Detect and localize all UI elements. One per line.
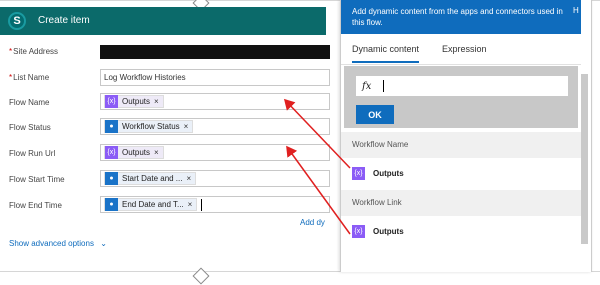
flow-end-time-field[interactable]: ● End Date and T... × — [100, 196, 330, 213]
close-icon[interactable]: × — [186, 174, 191, 183]
panel-banner-text: Add dynamic content from the apps and co… — [352, 7, 563, 27]
label-site-address: *Site Address — [9, 47, 59, 56]
panel-banner: Add dynamic content from the apps and co… — [341, 0, 581, 34]
label-flow-end-time: Flow End Time — [9, 201, 62, 210]
add-dynamic-content-link[interactable]: Add dy — [300, 218, 325, 227]
close-icon[interactable]: × — [154, 97, 159, 106]
dynamic-item-outputs[interactable]: {x} Outputs — [341, 160, 581, 188]
person-icon: ● — [105, 120, 118, 133]
section-header-label: Workflow Name — [352, 140, 409, 149]
end-date-token[interactable]: ● End Date and T... × — [104, 198, 198, 211]
workflow-status-token[interactable]: ● Workflow Status × — [104, 120, 194, 133]
expression-area: fx OK — [344, 66, 578, 128]
ok-button[interactable]: OK — [356, 105, 394, 124]
dynamic-content-panel: Add dynamic content from the apps and co… — [340, 0, 592, 272]
panel-banner-edge: H — [573, 6, 579, 15]
flow-run-url-field[interactable]: {x} Outputs × — [100, 144, 330, 161]
label-flow-status: Flow Status — [9, 123, 51, 132]
dynamic-item-outputs[interactable]: {x} Outputs — [341, 218, 581, 246]
chevron-down-icon: ⌄ — [100, 239, 107, 248]
expression-icon: {x} — [352, 167, 365, 180]
expression-input[interactable]: fx — [356, 76, 568, 96]
sharepoint-logo-icon: S — [8, 12, 26, 30]
dynamic-item-label: Outputs — [373, 227, 404, 236]
start-date-token[interactable]: ● Start Date and ... × — [104, 172, 197, 185]
show-advanced-label: Show advanced options — [9, 239, 94, 248]
show-advanced-options-link[interactable]: Show advanced options ⌄ — [9, 239, 107, 248]
close-icon[interactable]: × — [188, 200, 193, 209]
site-address-field[interactable] — [100, 45, 330, 59]
label-flow-run-url: Flow Run Url — [9, 149, 56, 158]
dynamic-item-label: Outputs — [373, 169, 404, 178]
section-header-workflow-name[interactable]: Workflow Name — [341, 132, 581, 158]
expression-icon: {x} — [352, 225, 365, 238]
tab-expression[interactable]: Expression — [442, 44, 487, 54]
list-name-field[interactable]: Log Workflow Histories — [100, 69, 330, 86]
outputs-token[interactable]: {x} Outputs × — [104, 146, 164, 159]
token-label: Workflow Status — [122, 122, 180, 131]
token-label: End Date and T... — [122, 200, 184, 209]
tab-dynamic-content[interactable]: Dynamic content — [352, 44, 420, 63]
fx-icon: fx — [362, 80, 372, 92]
text-caret — [383, 80, 385, 92]
section-header-workflow-link[interactable]: Workflow Link — [341, 190, 581, 216]
label-flow-start-time: Flow Start Time — [9, 175, 65, 184]
label-flow-name: Flow Name — [9, 98, 50, 107]
outputs-token[interactable]: {x} Outputs × — [104, 95, 164, 108]
flow-status-field[interactable]: ● Workflow Status × — [100, 118, 330, 135]
section-header-label: Workflow Link — [352, 198, 402, 207]
flow-name-field[interactable]: {x} Outputs × — [100, 93, 330, 110]
token-label: Start Date and ... — [122, 174, 183, 183]
expression-icon: {x} — [105, 146, 118, 159]
label-list-name: *List Name — [9, 73, 50, 82]
token-label: Outputs — [122, 97, 151, 106]
panel-tabs: Dynamic content Expression — [341, 34, 581, 65]
list-name-value: Log Workflow Histories — [104, 73, 186, 82]
person-icon: ● — [105, 198, 118, 211]
flow-start-time-field[interactable]: ● Start Date and ... × — [100, 170, 330, 187]
panel-scrollbar[interactable] — [581, 74, 588, 244]
close-icon[interactable]: × — [154, 148, 159, 157]
card-title: Create item — [38, 15, 90, 26]
card-header[interactable]: S Create item — [0, 7, 326, 35]
connector-bottom — [192, 267, 210, 285]
close-icon[interactable]: × — [184, 122, 189, 131]
text-caret — [201, 198, 203, 211]
person-icon: ● — [105, 172, 118, 185]
token-label: Outputs — [122, 148, 151, 157]
expression-icon: {x} — [105, 95, 118, 108]
